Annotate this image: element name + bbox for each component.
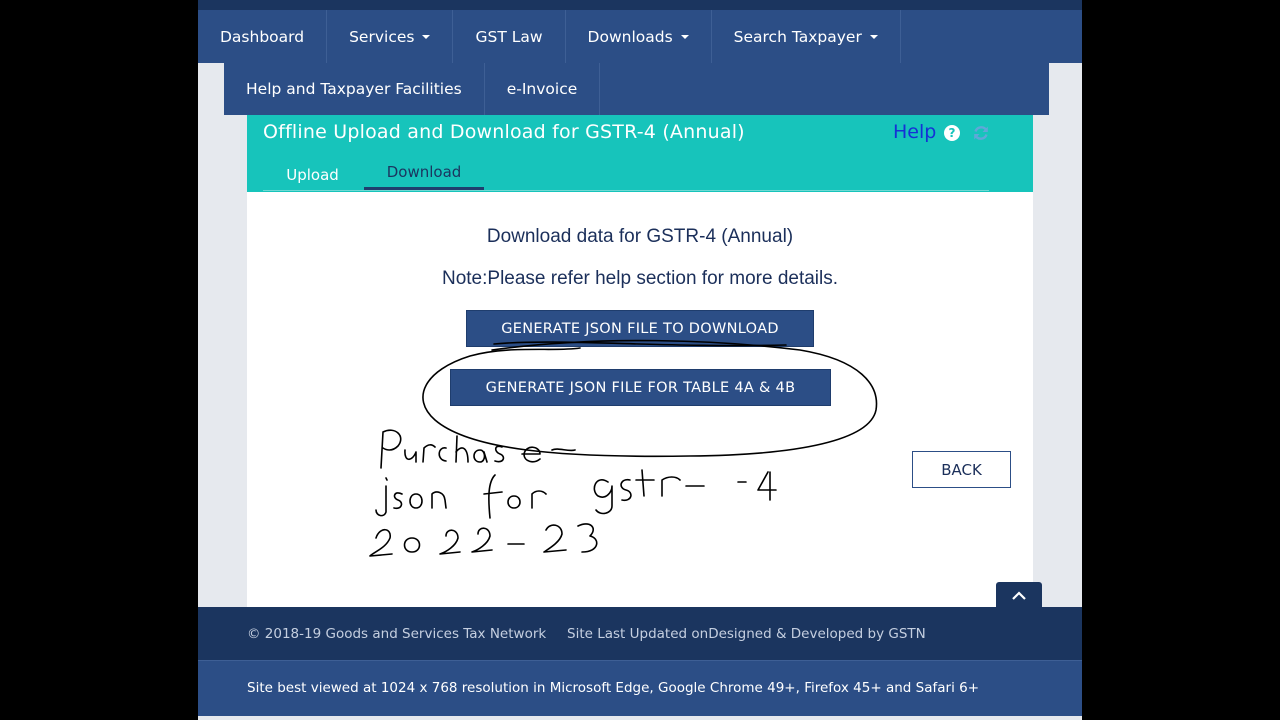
nav-downloads[interactable]: Downloads <box>566 10 712 63</box>
page: Dashboard Services GST Law Downloads Sea… <box>198 0 1082 720</box>
panel-header: Offline Upload and Download for GSTR-4 (… <box>247 115 1033 192</box>
download-heading: Download data for GSTR-4 (Annual) <box>486 226 794 247</box>
download-content: Download data for GSTR-4 (Annual) Note:P… <box>247 192 1033 607</box>
nav-help-taxpayer-facilities[interactable]: Help and Taxpayer Facilities <box>224 63 485 115</box>
page-title: Offline Upload and Download for GSTR-4 (… <box>263 121 745 143</box>
top-strip <box>198 0 1082 10</box>
nav-dashboard[interactable]: Dashboard <box>198 10 328 63</box>
question-circle-icon[interactable]: ? <box>944 125 960 141</box>
main-nav-row-2: Help and Taxpayer Facilities e-Invoice <box>224 63 1049 115</box>
tab-divider <box>263 190 989 191</box>
nav-label: e-Invoice <box>506 80 578 98</box>
main-nav-row-1: Dashboard Services GST Law Downloads Sea… <box>198 10 1082 63</box>
site-updated-text: Site Last Updated onDesigned & Developed… <box>567 626 926 642</box>
generate-table-4a-4b-button[interactable]: GENERATE JSON FILE FOR TABLE 4A & 4B <box>450 369 831 406</box>
nav-label: Search Taxpayer <box>733 27 862 46</box>
page-bottom-edge <box>198 716 1082 720</box>
nav-label: GST Law <box>475 27 543 46</box>
tab-download[interactable]: Download <box>364 157 484 190</box>
scroll-to-top-button[interactable] <box>996 582 1042 608</box>
caret-down-icon <box>422 34 431 39</box>
refresh-icon[interactable] <box>971 123 991 143</box>
footer-bottom-bar: Site best viewed at 1024 x 768 resolutio… <box>198 661 1082 716</box>
nav-services[interactable]: Services <box>327 10 454 63</box>
help-link[interactable]: Help <box>893 121 936 143</box>
browser-support-text: Site best viewed at 1024 x 768 resolutio… <box>247 680 980 696</box>
caret-down-icon <box>869 34 878 39</box>
footer-top: © 2018-19 Goods and Services Tax Network… <box>198 607 1082 660</box>
nav-label: Downloads <box>587 27 673 46</box>
back-button[interactable]: BACK <box>912 451 1011 488</box>
chevron-up-icon <box>1012 591 1026 600</box>
caret-down-icon <box>680 34 689 39</box>
tab-upload[interactable]: Upload <box>263 159 362 190</box>
help-note: Note:Please refer help section for more … <box>441 268 839 289</box>
nav-label: Help and Taxpayer Facilities <box>246 80 462 98</box>
nav-gst-law[interactable]: GST Law <box>453 10 566 63</box>
generate-json-button[interactable]: GENERATE JSON FILE TO DOWNLOAD <box>466 310 814 347</box>
tab-label: Download <box>386 163 462 181</box>
nav-search-taxpayer[interactable]: Search Taxpayer <box>712 10 901 63</box>
tab-label: Upload <box>286 165 339 184</box>
nav-e-invoice[interactable]: e-Invoice <box>485 63 601 115</box>
copyright-text: © 2018-19 Goods and Services Tax Network <box>247 626 547 642</box>
nav-label: Services <box>349 27 415 46</box>
nav-label: Dashboard <box>220 27 305 46</box>
